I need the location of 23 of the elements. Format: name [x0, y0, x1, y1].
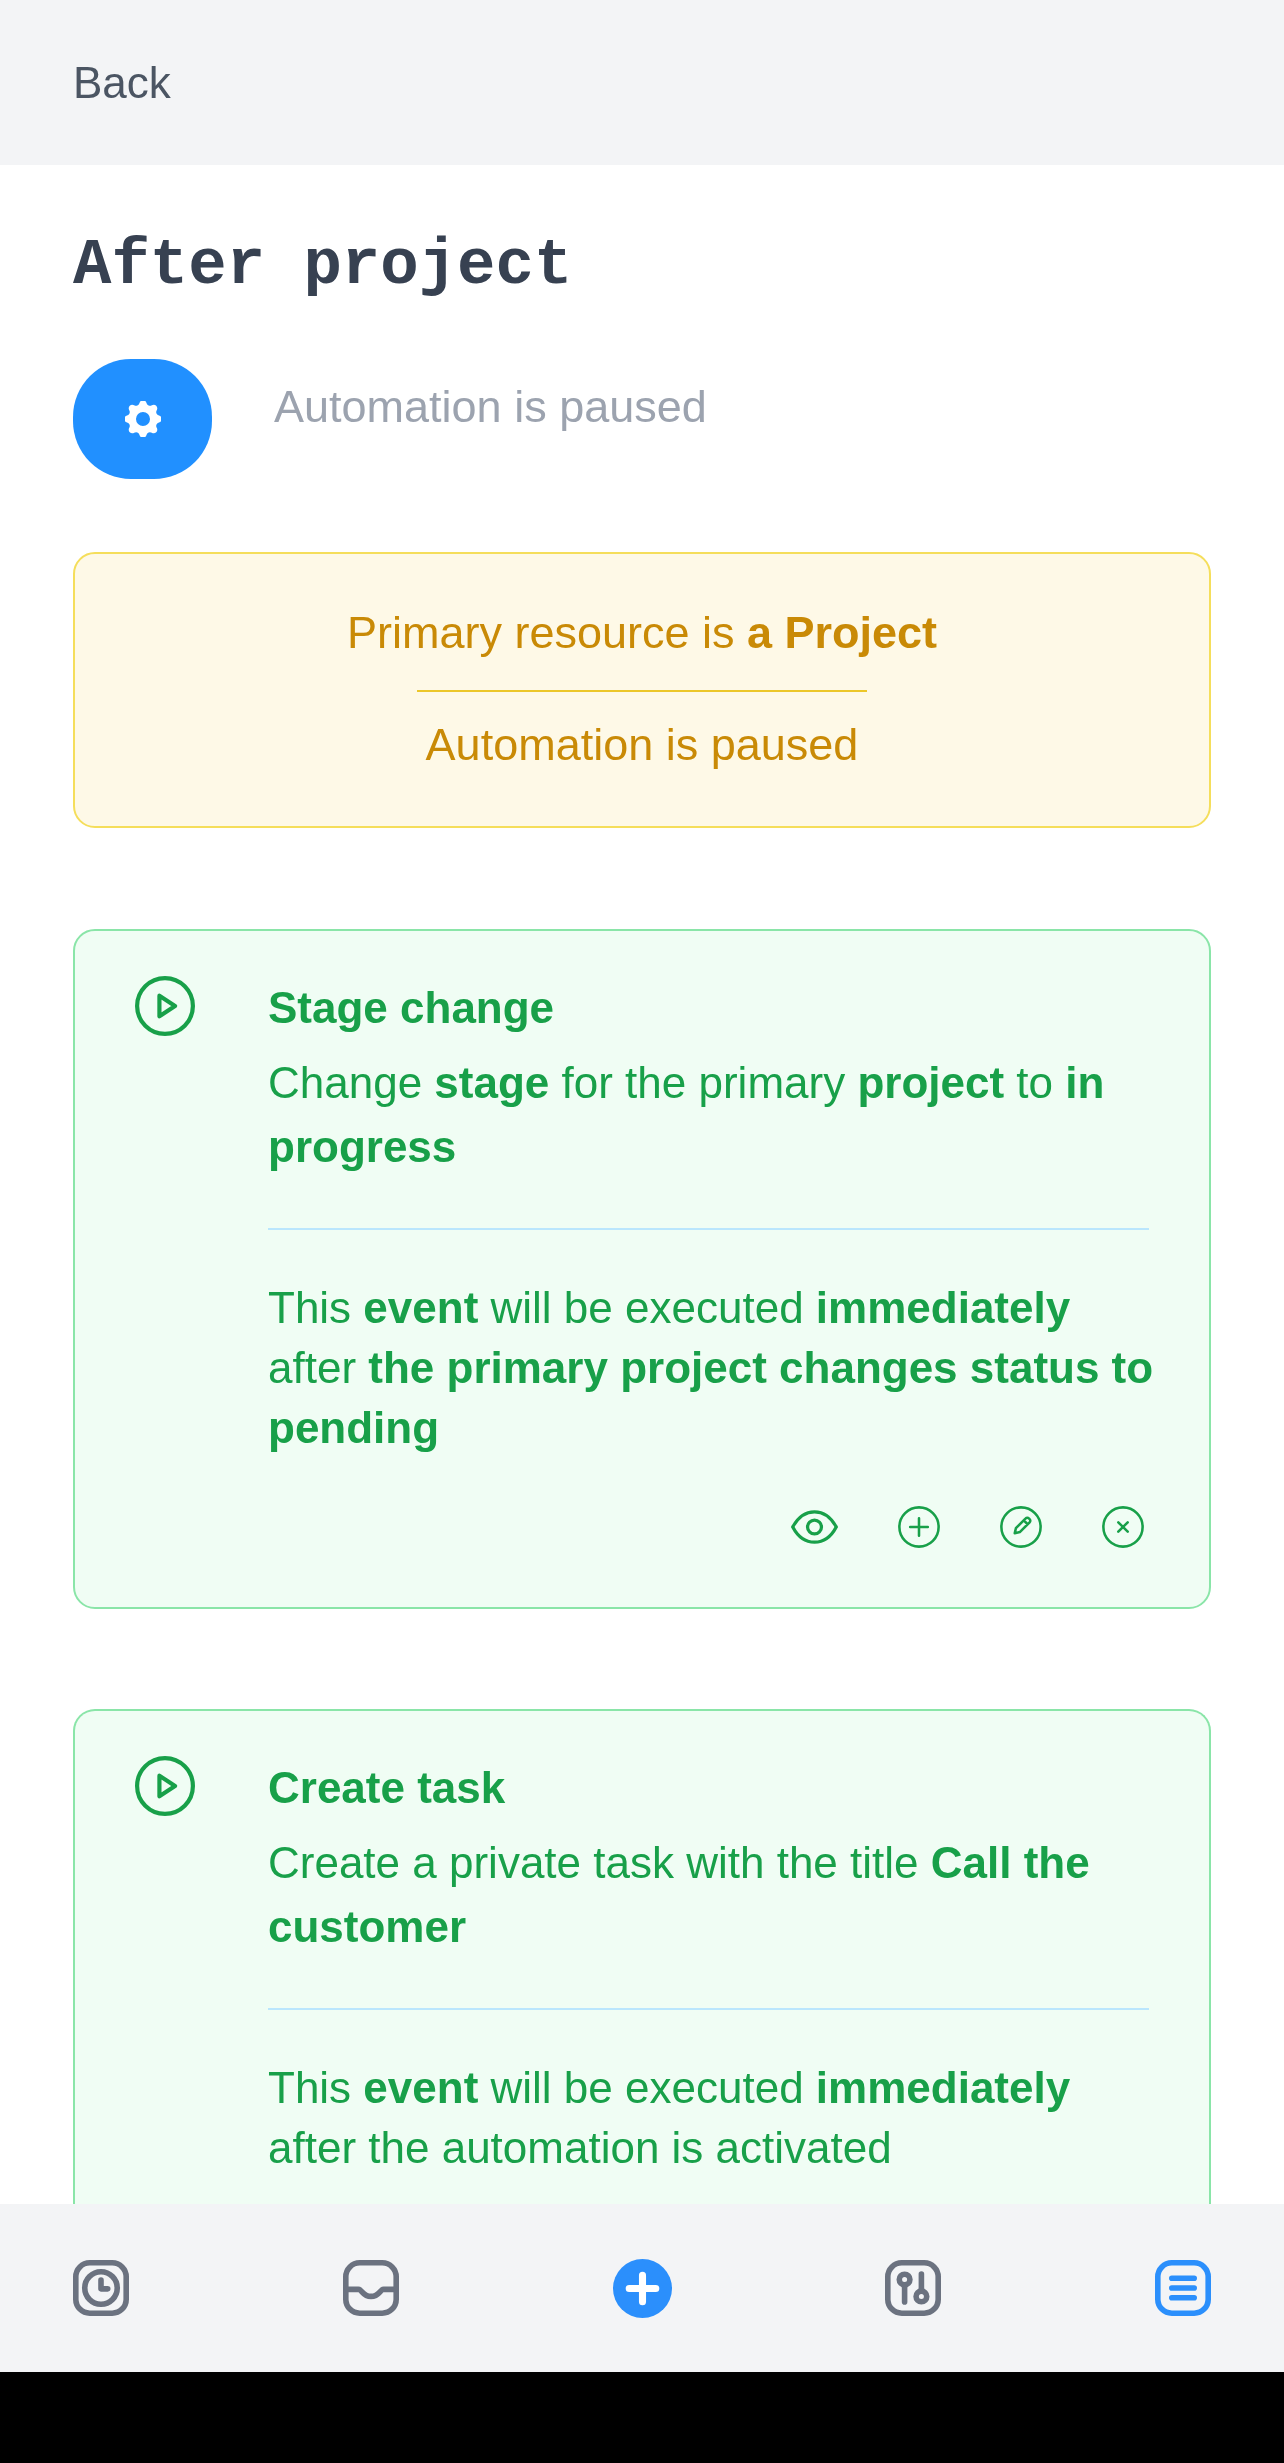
play-icon	[135, 976, 195, 1036]
page-title: After project	[73, 229, 573, 304]
list-icon[interactable]	[1155, 2260, 1211, 2316]
notice-text: Primary resource is a Project	[346, 606, 938, 660]
sliders-icon[interactable]	[885, 2260, 942, 2316]
back-button[interactable]: Back	[73, 54, 171, 111]
pencil-icon[interactable]	[1000, 1506, 1042, 1548]
event-timing: This event will be executed immediately after the automation is activated	[268, 2062, 1072, 2174]
plus-icon[interactable]	[898, 1506, 940, 1548]
clock-icon[interactable]	[73, 2260, 129, 2316]
add-icon[interactable]	[612, 2258, 672, 2318]
card-title: Stage change	[268, 982, 555, 1034]
card-title: Create task	[268, 1762, 506, 1814]
notice-text: Automation is paused	[425, 718, 859, 772]
event-timing: This event will be executed immediately after the primary project changes status to pending	[268, 1282, 1155, 1454]
eye-icon[interactable]	[791, 1510, 838, 1544]
card-description: Change stage for the primary project to in progress	[268, 1057, 1106, 1173]
status-text: Automation is paused	[274, 380, 707, 434]
gear-icon	[124, 401, 161, 437]
tray-icon[interactable]	[342, 2260, 399, 2316]
card-description: Create a private task with the title Call the customer	[268, 1837, 1091, 1953]
play-icon	[135, 1756, 195, 1816]
close-icon[interactable]	[1102, 1506, 1144, 1548]
